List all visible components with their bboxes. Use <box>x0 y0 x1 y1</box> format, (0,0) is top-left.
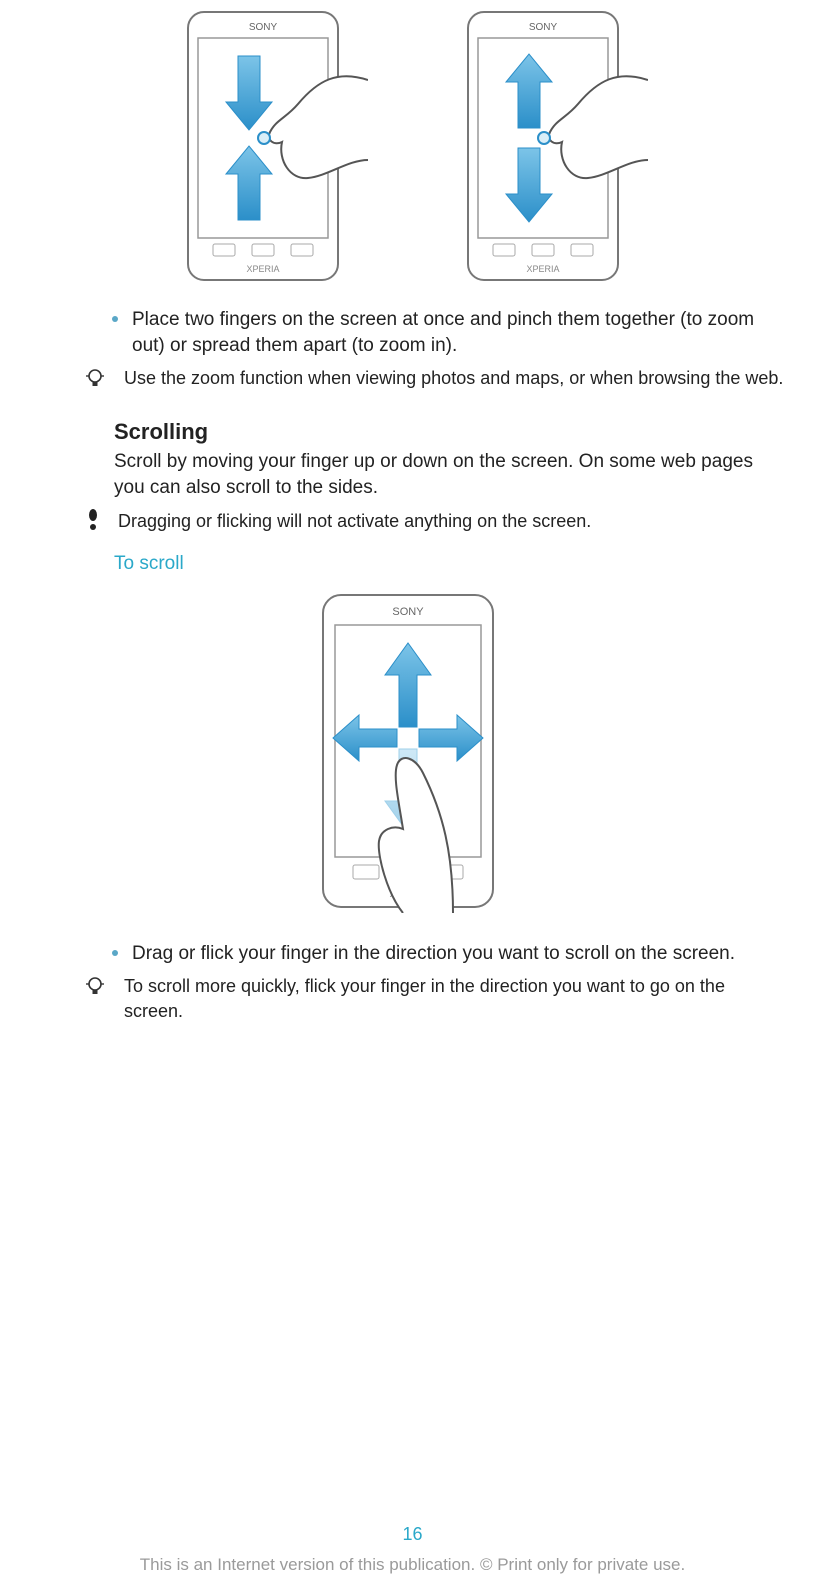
exclamation-icon <box>86 509 106 535</box>
phone-model-label: XPERIA <box>246 264 279 274</box>
phone-pinch-in-illustration: SONY XPERIA <box>178 10 368 285</box>
content: SONY XPERIA <box>40 0 785 1023</box>
phone-scroll-illustration: SONY XPERIA <box>303 593 523 913</box>
phone-pinch-out-illustration: SONY XPERIA <box>458 10 648 285</box>
lightbulb-icon <box>86 368 106 395</box>
scrolling-note: Dragging or flicking will not activate a… <box>86 509 785 535</box>
footer-legal: This is an Internet version of this publ… <box>0 1555 825 1575</box>
scrolling-paragraph: Scroll by moving your finger up or down … <box>114 449 785 500</box>
pinch-bullet-text: Place two fingers on the screen at once … <box>132 307 785 358</box>
pinch-tip: Use the zoom function when viewing photo… <box>86 366 785 395</box>
page-number: 16 <box>0 1524 825 1545</box>
phone-model-label: XPERIA <box>526 264 559 274</box>
pinch-illustration-row: SONY XPERIA <box>40 10 785 285</box>
scroll-tip-text: To scroll more quickly, flick your finge… <box>124 974 785 1023</box>
bullet-icon <box>112 950 118 956</box>
lightbulb-icon <box>86 976 106 1003</box>
pinch-tip-text: Use the zoom function when viewing photo… <box>124 366 783 390</box>
phone-brand-label: SONY <box>528 22 557 33</box>
scrolling-heading: Scrolling <box>114 419 785 445</box>
scrolling-note-text: Dragging or flicking will not activate a… <box>118 509 591 533</box>
scroll-illustration: SONY XPERIA <box>40 593 785 913</box>
phone-brand-label: SONY <box>392 606 424 618</box>
pinch-bullet: Place two fingers on the screen at once … <box>112 307 785 358</box>
page: SONY XPERIA <box>0 0 825 1589</box>
bullet-icon <box>112 316 118 322</box>
to-scroll-subheading: To scroll <box>114 553 785 575</box>
scroll-tip: To scroll more quickly, flick your finge… <box>86 974 785 1023</box>
scroll-bullet: Drag or flick your finger in the directi… <box>112 941 785 967</box>
phone-brand-label: SONY <box>248 22 277 33</box>
scroll-bullet-text: Drag or flick your finger in the directi… <box>132 941 735 967</box>
